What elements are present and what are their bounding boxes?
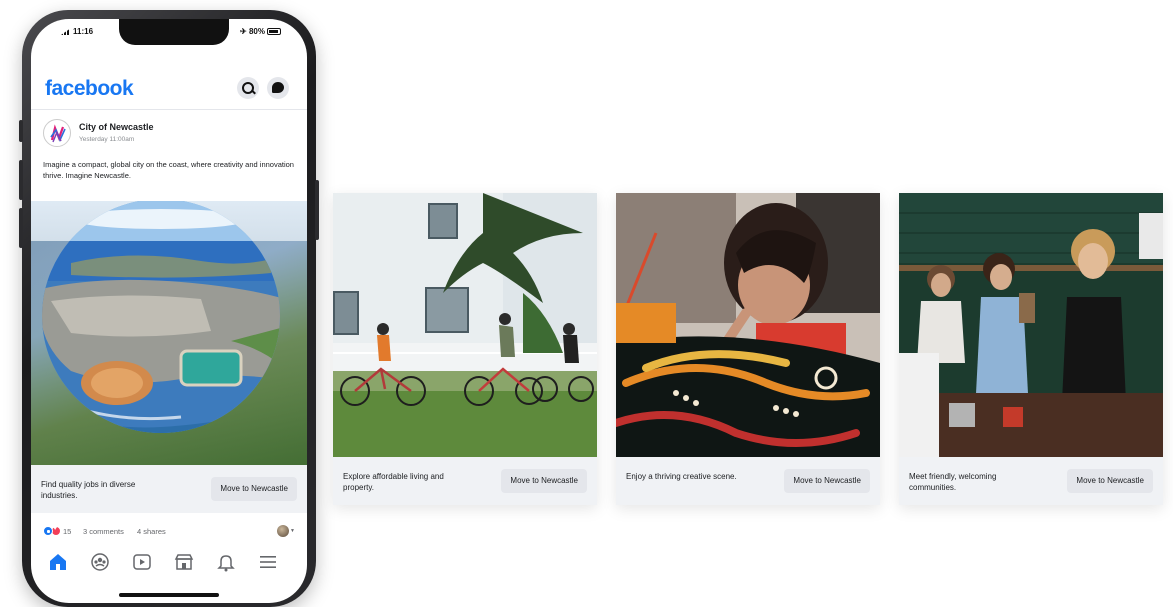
page-avatar[interactable] <box>43 119 71 147</box>
move-to-newcastle-button[interactable]: Move to Newcastle <box>1067 469 1153 493</box>
reaction-count[interactable]: 15 <box>63 527 71 536</box>
search-icon[interactable] <box>237 77 259 99</box>
card-footer: Enjoy a thriving creative scene. Move to… <box>616 457 880 505</box>
aerial-coast-illustration <box>42 201 280 433</box>
post-image[interactable] <box>31 201 307 465</box>
card-caption: Meet friendly, welcoming communities. <box>909 472 997 492</box>
facebook-logo: facebook <box>45 77 134 100</box>
artist-illustration <box>616 193 880 457</box>
card-caption: Find quality jobs in diverse industries. <box>41 480 136 500</box>
like-reaction-icon <box>43 526 53 536</box>
move-to-newcastle-button[interactable]: Move to Newcastle <box>784 469 870 493</box>
groups-icon[interactable] <box>89 552 111 572</box>
cafe-women-image <box>899 193 1163 457</box>
card-footer: Meet friendly, welcoming communities. Mo… <box>899 457 1163 505</box>
cafe-illustration <box>899 193 1163 457</box>
phone-screen: 11:16 ✈ 80% facebook City of Newcastle Y… <box>31 19 307 603</box>
carousel-card-creative[interactable]: Enjoy a thriving creative scene. Move to… <box>616 193 880 505</box>
time-label: 11:16 <box>73 27 94 36</box>
battery-label: 80% <box>248 27 265 36</box>
move-to-newcastle-button[interactable]: Move to Newcastle <box>501 469 587 493</box>
home-indicator <box>119 593 219 597</box>
cyclists-image <box>333 193 597 457</box>
messenger-icon[interactable] <box>267 77 289 99</box>
city-logo-icon <box>50 124 66 143</box>
marketplace-icon[interactable] <box>173 552 195 572</box>
phone-notch <box>119 19 229 45</box>
menu-icon[interactable] <box>257 552 279 572</box>
card-caption: Enjoy a thriving creative scene. <box>626 472 737 481</box>
carousel-card-community[interactable]: Meet friendly, welcoming communities. Mo… <box>899 193 1163 505</box>
shares-count[interactable]: 4 shares <box>137 527 166 536</box>
reactions-bar: 15 3 comments 4 shares ▼ <box>43 525 295 539</box>
app-header: facebook <box>31 73 307 105</box>
phone-mockup: 11:16 ✈ 80% facebook City of Newcastle Y… <box>19 10 319 607</box>
post-timestamp: Yesterday 11:00am <box>79 136 135 143</box>
status-time: 11:16 <box>61 27 93 36</box>
video-icon[interactable] <box>131 552 153 572</box>
post-header: City of Newcastle Yesterday 11:00am <box>43 119 295 153</box>
notifications-icon[interactable] <box>215 552 237 572</box>
comments-count[interactable]: 3 comments <box>83 527 124 536</box>
carousel-card-living[interactable]: Explore affordable living and property. … <box>333 193 597 505</box>
battery-icon <box>267 28 281 35</box>
phone-volume-down <box>19 208 23 248</box>
page-name[interactable]: City of Newcastle <box>79 122 154 132</box>
signal-icon <box>61 28 71 35</box>
cyclists-illustration <box>333 193 597 457</box>
post-text: Imagine a compact, global city on the co… <box>43 160 294 180</box>
header-divider <box>31 109 307 110</box>
artist-painting-image <box>616 193 880 457</box>
caret-down-icon[interactable]: ▼ <box>290 528 295 534</box>
card-footer: Explore affordable living and property. … <box>333 457 597 505</box>
phone-power-button <box>315 180 319 240</box>
home-icon[interactable] <box>47 552 69 572</box>
move-to-newcastle-button[interactable]: Move to Newcastle <box>211 477 297 501</box>
phone-volume-up <box>19 160 23 200</box>
phone-mute-switch <box>19 120 23 142</box>
viewer-avatar[interactable] <box>277 525 289 537</box>
card-caption: Explore affordable living and property. <box>343 472 444 492</box>
status-right: ✈ 80% <box>240 27 281 36</box>
bottom-tab-bar <box>31 547 307 577</box>
post-card-footer: Find quality jobs in diverse industries.… <box>31 465 307 513</box>
